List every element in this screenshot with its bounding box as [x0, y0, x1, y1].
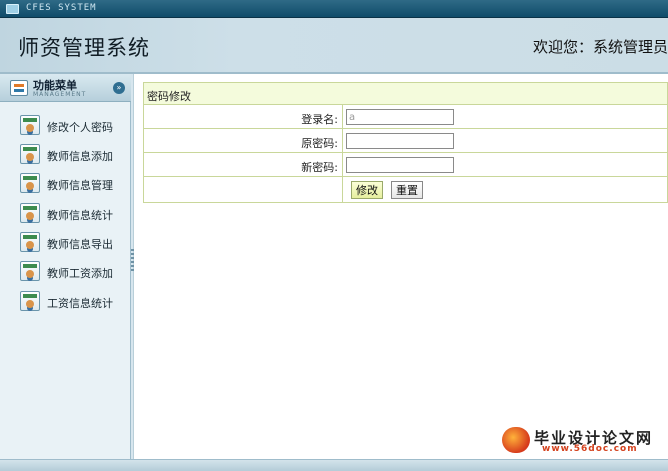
sidebar-item-label: 教师信息管理 — [47, 179, 113, 192]
sidebar-item-export-teacher[interactable]: 教师信息导出 — [0, 229, 131, 255]
sidebar-item-manage-teacher[interactable]: 教师信息管理 — [0, 170, 131, 196]
sidebar-item-salary-stats[interactable]: 工资信息统计 — [0, 288, 131, 314]
window-title-bar: CFES SYSTEM — [0, 0, 668, 18]
watermark-logo-icon — [502, 427, 530, 453]
login-name-label: 登录名: — [144, 105, 343, 129]
form-row-login: 登录名: — [144, 105, 667, 129]
page-header: 师资管理系统 欢迎您：系统管理员 — [0, 18, 668, 74]
password-form: 密码修改 登录名: 原密码: 新密码: 修改 重置 — [143, 82, 668, 203]
user-card-icon — [20, 144, 40, 164]
sidebar-item-label: 教师信息导出 — [47, 238, 113, 251]
menu-subtitle: MANAGEMENT — [33, 91, 87, 98]
splitter-grip-icon[interactable] — [131, 249, 134, 273]
welcome-text: 欢迎您：系统管理员 — [532, 38, 668, 56]
empty-label-cell — [144, 177, 343, 203]
system-title: 师资管理系统 — [18, 36, 150, 60]
sidebar-item-change-password[interactable]: 修改个人密码 — [0, 112, 131, 138]
user-card-icon — [20, 173, 40, 193]
collapse-icon[interactable]: » — [113, 82, 125, 94]
sidebar-item-label: 工资信息统计 — [47, 297, 113, 310]
menu-icon — [10, 80, 28, 96]
user-card-icon — [20, 115, 40, 135]
app-code: CFES SYSTEM — [26, 3, 97, 13]
sidebar-item-label: 教师信息添加 — [47, 150, 113, 163]
sidebar-item-add-teacher[interactable]: 教师信息添加 — [0, 141, 131, 167]
user-card-icon — [20, 232, 40, 252]
sidebar-item-teacher-stats[interactable]: 教师信息统计 — [0, 200, 131, 226]
user-card-icon — [20, 291, 40, 311]
app-logo-icon — [6, 4, 19, 14]
reset-button[interactable]: 重置 — [391, 181, 423, 199]
main-content: 密码修改 登录名: 原密码: 新密码: 修改 重置 毕业设计论文网 www.56… — [135, 74, 668, 459]
old-password-input[interactable] — [346, 133, 454, 149]
user-card-icon — [20, 203, 40, 223]
sidebar-splitter[interactable] — [131, 74, 134, 459]
login-name-input[interactable] — [346, 109, 454, 125]
old-password-label: 原密码: — [144, 129, 343, 153]
form-row-new-password: 新密码: — [144, 153, 667, 177]
sidebar-item-label: 教师信息统计 — [47, 209, 113, 222]
form-button-row: 修改 重置 — [144, 177, 667, 203]
form-row-old-password: 原密码: — [144, 129, 667, 153]
menu-header: 功能菜单 MANAGEMENT » — [0, 74, 131, 102]
new-password-input[interactable] — [346, 157, 454, 173]
submit-button[interactable]: 修改 — [351, 181, 383, 199]
watermark: 毕业设计论文网 www.56doc.com — [502, 427, 662, 455]
form-title: 密码修改 — [144, 83, 667, 105]
sidebar: 功能菜单 MANAGEMENT » 修改个人密码 教师信息添加 教师信息管理 教… — [0, 74, 131, 459]
sidebar-item-label: 修改个人密码 — [47, 121, 113, 134]
watermark-url: www.56doc.com — [542, 444, 638, 454]
new-password-label: 新密码: — [144, 153, 343, 177]
user-card-icon — [20, 261, 40, 281]
sidebar-item-label: 教师工资添加 — [47, 267, 113, 280]
footer-bar — [0, 459, 668, 471]
sidebar-item-add-salary[interactable]: 教师工资添加 — [0, 258, 131, 284]
